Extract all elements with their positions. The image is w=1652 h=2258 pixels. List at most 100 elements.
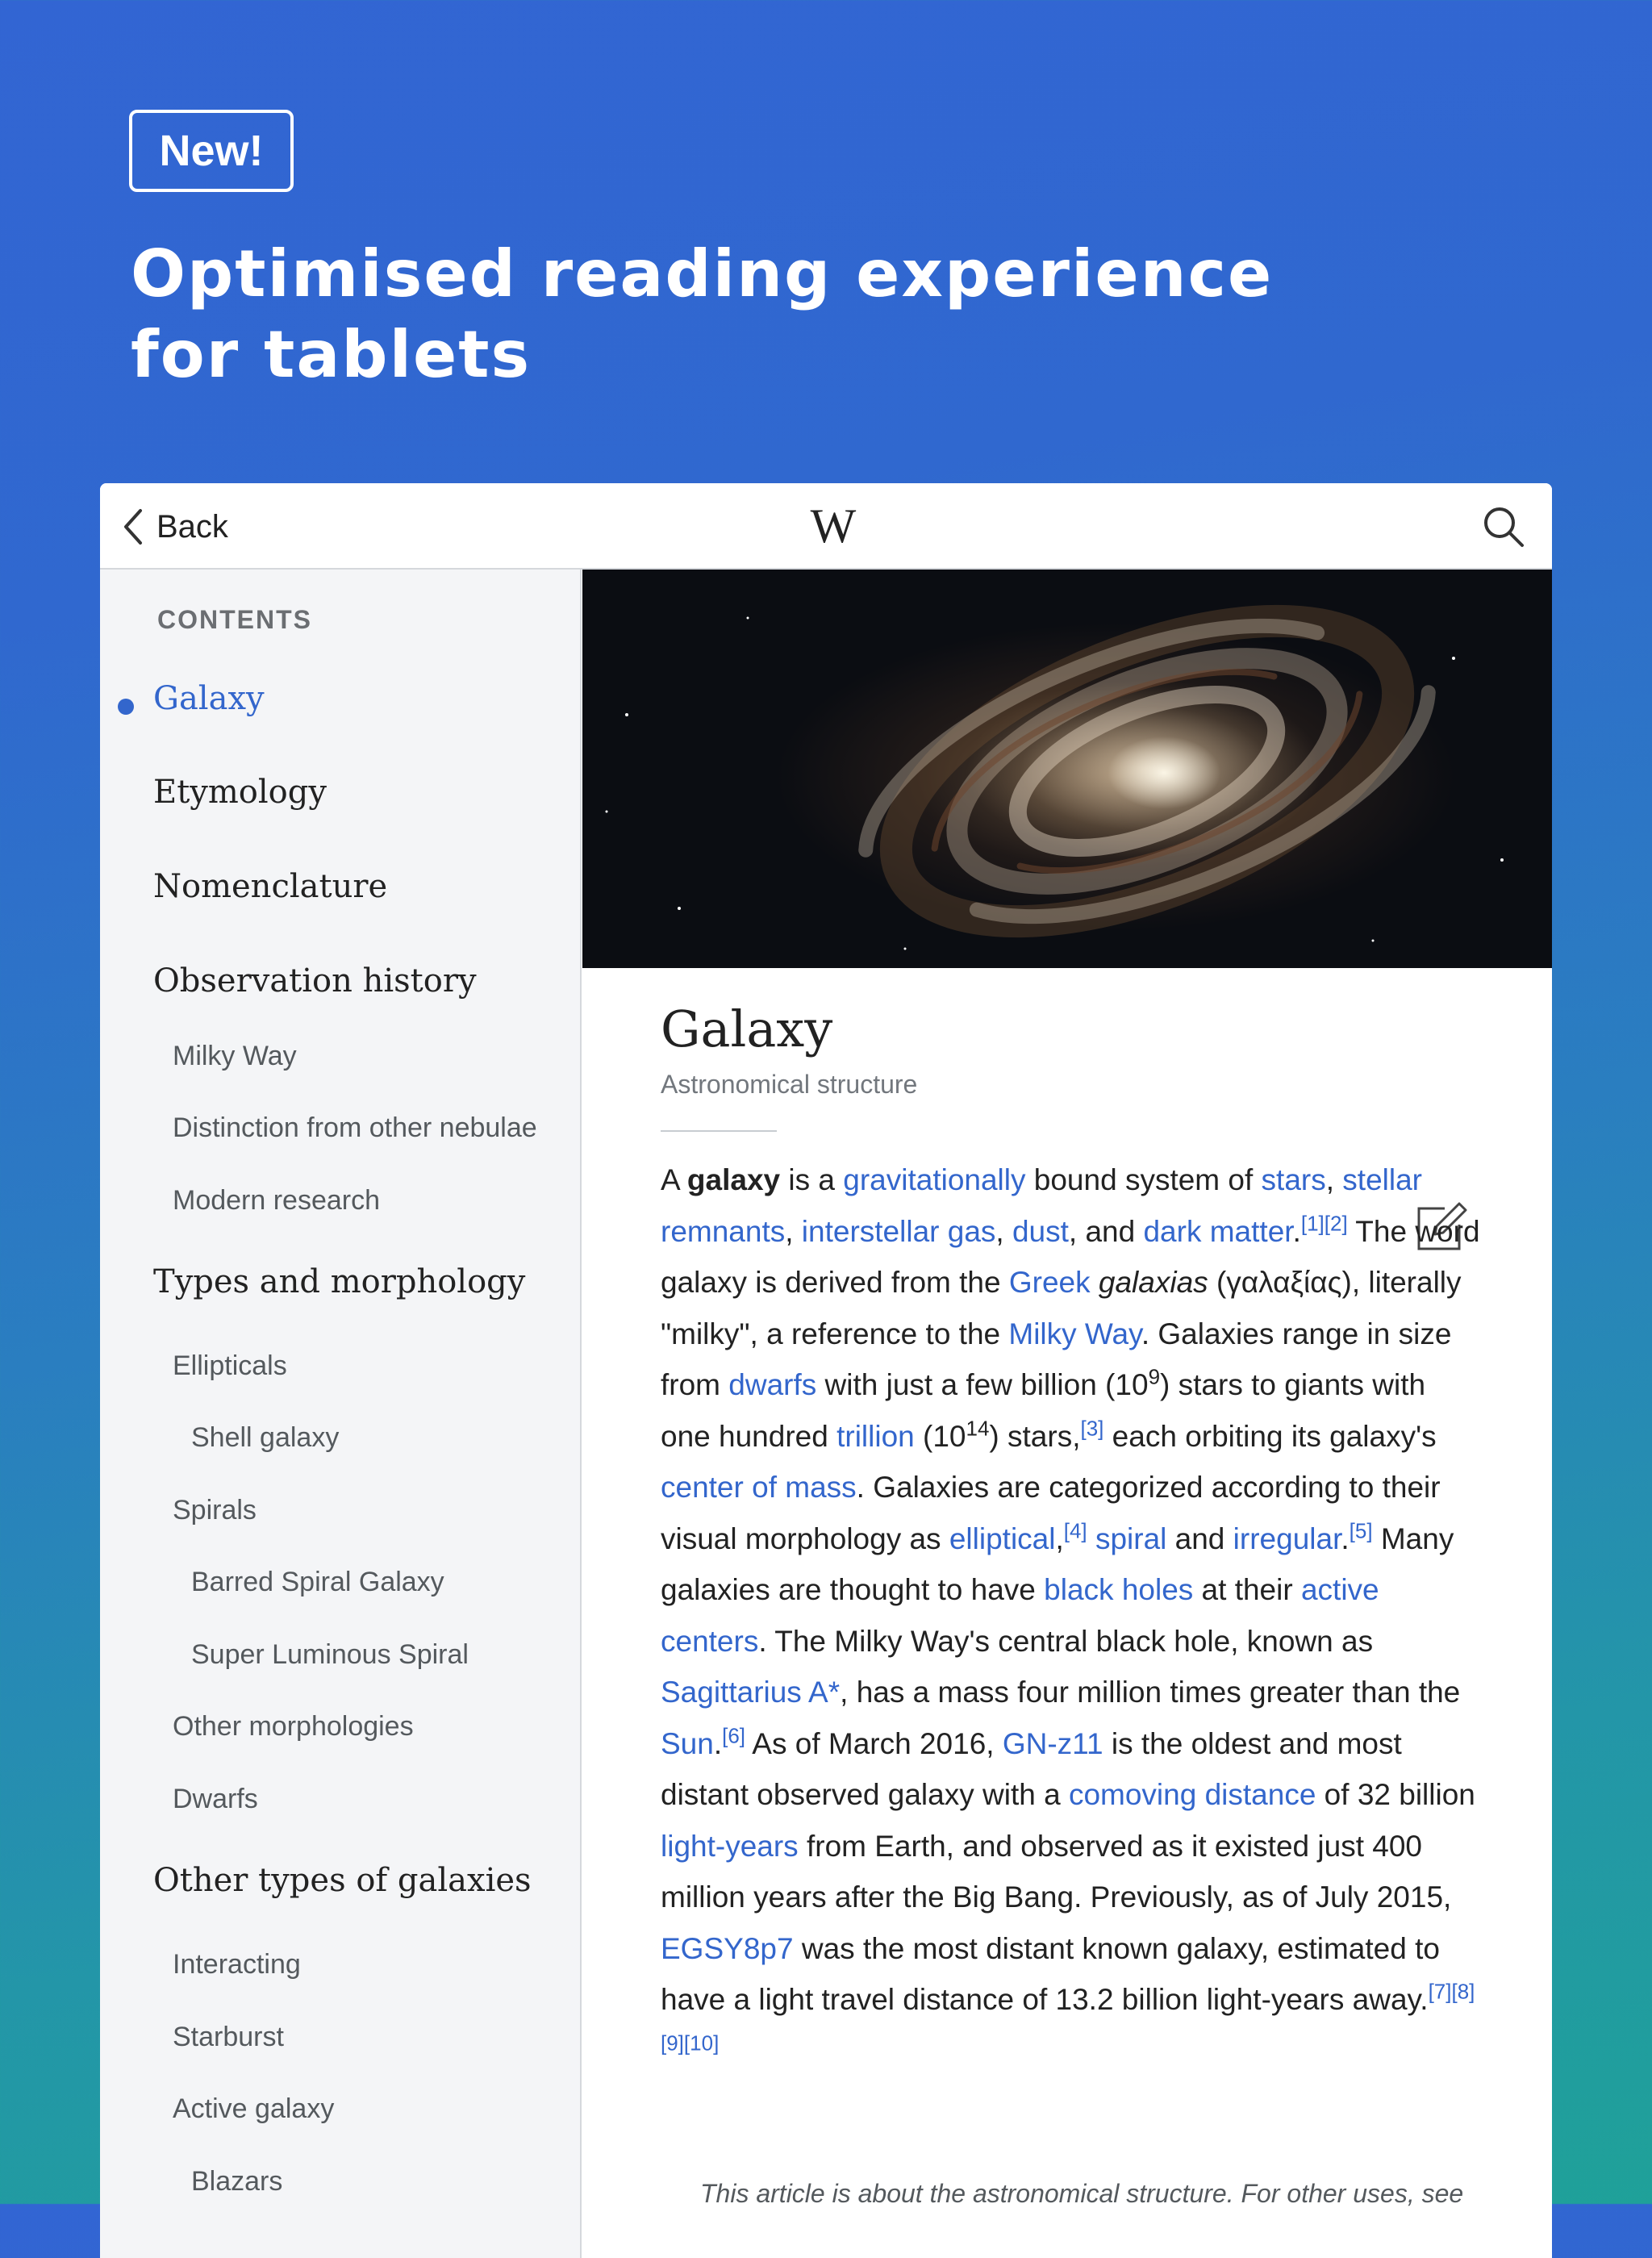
body-text: ) stars, [989, 1419, 1081, 1453]
body-text: A [661, 1163, 687, 1196]
toc-item-distinction-from-other-nebulae[interactable]: Distinction from other nebulae [173, 1112, 537, 1144]
toc-item-blazars[interactable]: Blazars [191, 2166, 282, 2197]
reference-link[interactable]: [8] [1451, 1980, 1475, 2004]
body-text: is a [780, 1163, 844, 1196]
link-elliptical[interactable]: elliptical [949, 1522, 1056, 1555]
reference-link[interactable]: [1] [1301, 1211, 1325, 1235]
body-text: , has a mass four million times greater … [840, 1676, 1461, 1709]
link-dwarfs[interactable]: dwarfs [728, 1368, 816, 1401]
toc-item-etymology[interactable]: Etymology [153, 774, 327, 811]
body-text [1087, 1522, 1095, 1555]
link-gn-z11[interactable]: GN-z11 [1003, 1727, 1103, 1760]
link-comoving-distance[interactable]: comoving distance [1069, 1778, 1316, 1811]
link-stars[interactable]: stars [1262, 1163, 1326, 1196]
new-badge: New! [129, 110, 294, 192]
promo-headline-line1: Optimised reading experience [131, 236, 1274, 311]
disambiguation-hatnote: This article is about the astronomical s… [700, 2179, 1464, 2208]
body-text: . The Milky Way's central black hole, kn… [758, 1624, 1374, 1658]
toc-item-ellipticals[interactable]: Ellipticals [173, 1350, 287, 1382]
back-button[interactable]: Back [121, 503, 228, 551]
body-text: , [785, 1214, 802, 1248]
body-text: (10 [914, 1419, 966, 1453]
tablet-app-window: Back W CONTENTS Galaxy Etymology Nomencl… [100, 483, 1552, 2258]
spiral-galaxy-illustration [605, 604, 1504, 950]
active-section-dot [118, 699, 134, 715]
article-lead-paragraph: A galaxy is a gravitationally bound syst… [661, 1154, 1483, 2076]
toc-item-types-and-morphology[interactable]: Types and morphology [153, 1263, 525, 1300]
exponent: 14 [966, 1416, 990, 1441]
link-interstellar-gas[interactable]: interstellar gas [802, 1215, 996, 1248]
link-sun[interactable]: Sun [661, 1727, 714, 1760]
toc-item-milky-way[interactable]: Milky Way [173, 1041, 297, 1072]
reference-link[interactable]: [2] [1325, 1211, 1348, 1235]
body-bold-term: galaxy [686, 1163, 781, 1196]
promo-headline: Optimised reading experience for tablets [131, 234, 1341, 395]
link-gravitationally[interactable]: gravitationally [843, 1163, 1025, 1196]
body-text: each orbiting its galaxy's [1103, 1419, 1437, 1453]
reference-link[interactable]: [10] [684, 2031, 719, 2055]
toc-item-nomenclature[interactable]: Nomenclature [153, 868, 387, 905]
body-text: with just a few billion (10 [816, 1368, 1149, 1401]
toc-item-starburst[interactable]: Starburst [173, 2022, 284, 2053]
reference-link[interactable]: [7] [1429, 1980, 1452, 2004]
reference-link[interactable]: [5] [1350, 1518, 1373, 1542]
reference-link[interactable]: [9] [661, 2031, 684, 2055]
reference-link[interactable]: [4] [1064, 1518, 1087, 1542]
body-text: of 32 billion [1316, 1778, 1475, 1811]
table-of-contents: CONTENTS Galaxy Etymology Nomenclature O… [100, 570, 582, 2258]
body-text: . [1341, 1521, 1350, 1555]
article-subtitle: Astronomical structure [661, 1070, 918, 1099]
link-black-holes[interactable]: black holes [1044, 1573, 1193, 1606]
body-text: and [1166, 1521, 1233, 1555]
wikipedia-logo[interactable]: W [802, 498, 860, 554]
body-text: at their [1193, 1573, 1301, 1606]
toc-item-spirals[interactable]: Spirals [173, 1495, 257, 1526]
toc-item-modern-research[interactable]: Modern research [173, 1185, 380, 1217]
back-button-label: Back [156, 508, 228, 545]
article: Galaxy Astronomical structure A galaxy i… [661, 997, 1491, 2076]
toc-item-shell-galaxy[interactable]: Shell galaxy [191, 1422, 339, 1454]
body-text: , [995, 1214, 1012, 1248]
body-text: bound system of [1025, 1163, 1262, 1196]
link-light-years[interactable]: light-years [661, 1830, 799, 1863]
title-divider [661, 1130, 777, 1132]
top-toolbar: Back W [100, 483, 1552, 570]
body-italic-term: galaxias [1098, 1266, 1208, 1299]
reference-link[interactable]: [3] [1080, 1416, 1103, 1440]
body-text: . [1292, 1214, 1301, 1248]
link-spiral[interactable]: spiral [1095, 1522, 1166, 1555]
toc-item-interacting[interactable]: Interacting [173, 1949, 301, 1980]
search-icon [1484, 507, 1524, 547]
promo-headline-line2: for tablets [131, 317, 532, 392]
body-text [1091, 1266, 1099, 1299]
body-text: . [713, 1726, 723, 1760]
link-sagittarius-a-star[interactable]: Sagittarius A* [661, 1676, 840, 1709]
toc-item-galaxy[interactable]: Galaxy [153, 680, 265, 717]
exponent: 9 [1148, 1364, 1161, 1389]
toc-item-barred-spiral-galaxy[interactable]: Barred Spiral Galaxy [191, 1567, 444, 1598]
link-dark-matter[interactable]: dark matter [1143, 1215, 1292, 1248]
link-milky-way[interactable]: Milky Way [1008, 1317, 1141, 1350]
link-irregular[interactable]: irregular [1233, 1522, 1341, 1555]
link-egsy8p7[interactable]: EGSY8p7 [661, 1932, 794, 1965]
toc-item-other-types-of-galaxies[interactable]: Other types of galaxies [153, 1862, 532, 1899]
search-button[interactable] [1479, 503, 1528, 551]
reference-link[interactable]: [6] [722, 1723, 745, 1747]
galaxy-lead-image[interactable] [582, 570, 1552, 968]
body-text: As of March 2016, [745, 1726, 1003, 1760]
body-text: , and [1068, 1214, 1144, 1248]
link-center-of-mass[interactable]: center of mass [661, 1471, 857, 1504]
toc-item-other-morphologies[interactable]: Other morphologies [173, 1711, 414, 1743]
article-title: Galaxy [661, 1000, 833, 1058]
toc-heading: CONTENTS [157, 605, 312, 634]
body-text: , [1055, 1521, 1064, 1555]
body-text: , [1325, 1163, 1343, 1196]
toc-item-active-galaxy[interactable]: Active galaxy [173, 2093, 334, 2125]
link-trillion[interactable]: trillion [836, 1420, 915, 1453]
toc-item-observation-history[interactable]: Observation history [153, 962, 477, 1000]
toc-item-dwarfs[interactable]: Dwarfs [173, 1784, 258, 1815]
chevron-left-icon [124, 509, 142, 545]
link-dust[interactable]: dust [1012, 1215, 1069, 1248]
link-greek[interactable]: Greek [1009, 1266, 1091, 1299]
toc-item-super-luminous-spiral[interactable]: Super Luminous Spiral [191, 1639, 469, 1671]
